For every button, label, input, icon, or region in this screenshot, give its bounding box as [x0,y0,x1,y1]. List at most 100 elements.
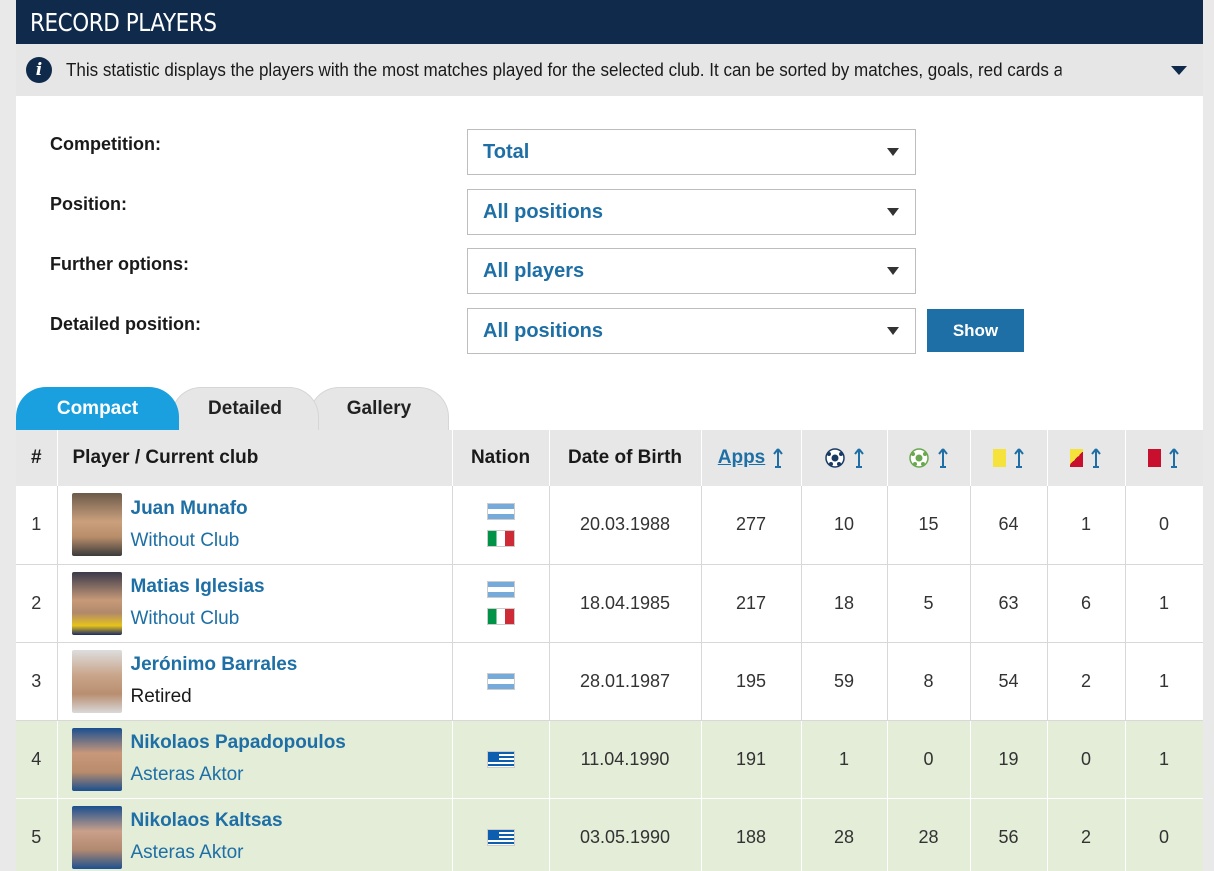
further-options-select[interactable]: All players [467,248,916,294]
assists: 15 [887,486,971,565]
dob: 03.05.1990 [549,798,702,871]
goals: 28 [801,798,888,871]
info-icon: i [26,57,52,83]
second-yellow-cards: 0 [1047,720,1126,799]
record-players-table: # Player / Current club Nation Date of B… [16,430,1203,871]
player-photo[interactable] [71,727,122,791]
player-photo[interactable] [71,649,122,713]
red-cards: 1 [1125,720,1203,799]
nation-cell [452,798,550,871]
assists: 5 [887,564,971,643]
col-second-yellow[interactable] [1047,430,1126,486]
record-players-box: RECORD PLAYERS i This statistic displays… [16,0,1203,871]
detailed-position-select[interactable]: All positions [467,308,916,354]
table-header-row: # Player / Current club Nation Date of B… [16,430,1203,486]
goals: 1 [801,720,888,799]
col-assists[interactable] [887,430,971,486]
player-photo[interactable] [71,805,122,869]
competition-select[interactable]: Total [467,129,916,175]
argentina-flag-icon [486,581,515,598]
table-row: 3 Jerónimo Barrales Retired 28.01.1987 19… [16,642,1203,721]
second-yellow-cards: 6 [1047,564,1126,643]
dob: 11.04.1990 [549,720,702,799]
yellow-card-icon [992,448,1006,467]
player-name-link[interactable]: Jerónimo Barrales [131,649,298,681]
rank: 1 [16,486,58,565]
rank: 4 [16,720,58,799]
red-cards: 0 [1125,798,1203,871]
rank: 3 [16,642,58,721]
table-row: 5 Nikolaos Kaltsas Asteras Aktor 03.05.19… [16,798,1203,871]
club-link[interactable]: Asteras Aktor [131,759,346,791]
show-button[interactable]: Show [927,309,1024,352]
position-select[interactable]: All positions [467,189,916,235]
player-cell: Jerónimo Barrales Retired [57,642,453,721]
tab-detailed[interactable]: Detailed [171,387,319,430]
greece-flag-icon [486,750,515,768]
chevron-down-icon[interactable] [1171,66,1187,75]
nation-cell [452,720,550,799]
player-name-link[interactable]: Juan Munafo [131,493,248,525]
goals: 18 [801,564,888,643]
section-title: RECORD PLAYERS [30,7,217,37]
yellow-red-card-icon [1070,448,1083,467]
player-name-link[interactable]: Nikolaos Kaltsas [131,805,283,837]
further-options-label: Further options: [50,254,189,274]
assists-ball-icon [909,448,929,468]
col-red-cards[interactable] [1125,430,1203,486]
dob: 28.01.1987 [549,642,702,721]
apps-sort-link[interactable]: Apps [718,447,766,468]
player-name-link[interactable]: Matias Iglesias [131,571,265,603]
player-photo[interactable] [71,571,122,635]
caret-down-icon [887,148,899,156]
caret-down-icon [887,267,899,275]
sort-icon[interactable] [853,447,865,469]
club-link[interactable]: Without Club [131,603,265,635]
dob: 18.04.1985 [549,564,702,643]
col-apps[interactable]: Apps [701,430,802,486]
col-yellow-cards[interactable] [970,430,1048,486]
position-value: All positions [483,200,603,223]
player-cell: Nikolaos Kaltsas Asteras Aktor [57,798,453,871]
goals: 59 [801,642,888,721]
rank: 2 [16,564,58,643]
club-link[interactable]: Asteras Aktor [131,837,283,869]
dob: 20.03.1988 [549,486,702,565]
competition-value: Total [483,140,530,163]
sort-icon[interactable] [1090,447,1102,469]
tab-gallery[interactable]: Gallery [309,387,449,430]
second-yellow-cards: 1 [1047,486,1126,565]
apps: 195 [701,642,802,721]
player-cell: Juan Munafo Without Club [57,486,453,565]
assists: 8 [887,642,971,721]
sort-icon[interactable] [1013,447,1025,469]
sort-icon[interactable] [772,447,784,469]
table-row: 1 Juan Munafo Without Club 20.03.1988 277… [16,486,1203,565]
player-name-link[interactable]: Nikolaos Papadopoulos [131,727,346,759]
club-link[interactable]: Without Club [131,525,248,557]
nation-cell [452,642,550,721]
col-goals[interactable] [801,430,888,486]
yellow-cards: 54 [970,642,1048,721]
player-photo[interactable] [71,493,122,557]
info-bar[interactable]: i This statistic displays the players wi… [16,44,1203,96]
apps: 188 [701,798,802,871]
section-header: RECORD PLAYERS [16,0,1203,44]
assists: 28 [887,798,971,871]
position-label: Position: [50,194,127,214]
tab-compact[interactable]: Compact [16,387,179,430]
apps: 277 [701,486,802,565]
yellow-cards: 19 [970,720,1048,799]
red-card-icon [1148,448,1161,467]
argentina-flag-icon [486,672,515,690]
sort-icon[interactable] [937,447,949,469]
red-cards: 0 [1125,486,1203,565]
red-cards: 1 [1125,642,1203,721]
second-yellow-cards: 2 [1047,642,1126,721]
goals-ball-icon [824,448,845,468]
red-cards: 1 [1125,564,1203,643]
sort-icon[interactable] [1168,447,1180,469]
yellow-cards: 63 [970,564,1048,643]
greece-flag-icon [486,828,515,846]
table-row: 4 Nikolaos Papadopoulos Asteras Aktor 11.… [16,720,1203,799]
